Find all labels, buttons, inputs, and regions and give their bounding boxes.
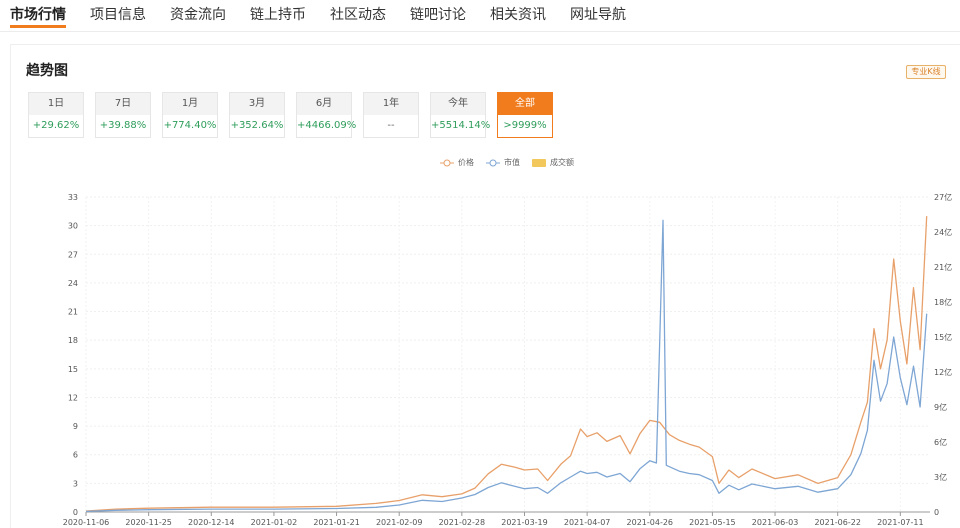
x-tick-label: 2021-06-03	[752, 518, 799, 527]
x-tick-label: 2021-04-26	[627, 518, 674, 527]
x-tick-label: 2020-12-14	[188, 518, 235, 527]
x-tick-label: 2020-11-06	[63, 518, 110, 527]
x-tick-label: 2021-03-19	[501, 518, 548, 527]
trend-chart: 0 3 6 9 12 15 18 21 24 27 30 33 0 3亿 6亿 9亿 12亿 15亿 18亿 21亿 2…	[63, 192, 952, 527]
y-left-tick-label: 15	[68, 365, 78, 374]
y-right-tick-label: 15亿	[934, 332, 952, 342]
price-series-line	[85, 216, 928, 512]
y-left-tick-label: 9	[73, 422, 78, 431]
y-right-tick-label: 12亿	[934, 367, 952, 377]
y-right-tick-label: 0	[934, 508, 939, 517]
y-left-tick-label: 30	[68, 222, 78, 231]
y-left-tick-label: 18	[68, 336, 78, 345]
y-left-tick-label: 3	[73, 479, 78, 488]
x-tick-label: 2021-02-09	[376, 518, 423, 527]
x-tick-label: 2021-06-22	[814, 518, 861, 527]
x-tick-label: 2021-07-11	[877, 518, 924, 527]
x-tick-label: 2021-01-02	[251, 518, 298, 527]
y-left-tick-label: 27	[68, 250, 78, 259]
y-left-tick-label: 0	[73, 508, 78, 517]
x-tick-label: 2020-11-25	[125, 518, 172, 527]
y-right-tick-label: 18亿	[934, 297, 952, 307]
y-right-tick-label: 6亿	[934, 437, 947, 447]
y-left-tick-label: 6	[73, 451, 78, 460]
y-right-tick-label: 21亿	[934, 262, 952, 272]
y-right-tick-label: 24亿	[934, 227, 952, 237]
x-tick-label: 2021-02-28	[439, 518, 486, 527]
y-right-tick-label: 27亿	[934, 192, 952, 202]
x-tick-label: 2021-05-15	[689, 518, 736, 527]
x-tick-label: 2021-01-21	[313, 518, 360, 527]
y-left-tick-label: 33	[68, 193, 78, 202]
y-left-tick-label: 12	[68, 393, 78, 402]
y-left-tick-label: 24	[68, 279, 78, 288]
x-tick-label: 2021-04-07	[564, 518, 611, 527]
y-left-tick-label: 21	[68, 308, 78, 317]
y-right-tick-label: 3亿	[934, 472, 947, 482]
y-right-tick-label: 9亿	[934, 402, 947, 412]
market-cap-series-line	[85, 219, 928, 513]
